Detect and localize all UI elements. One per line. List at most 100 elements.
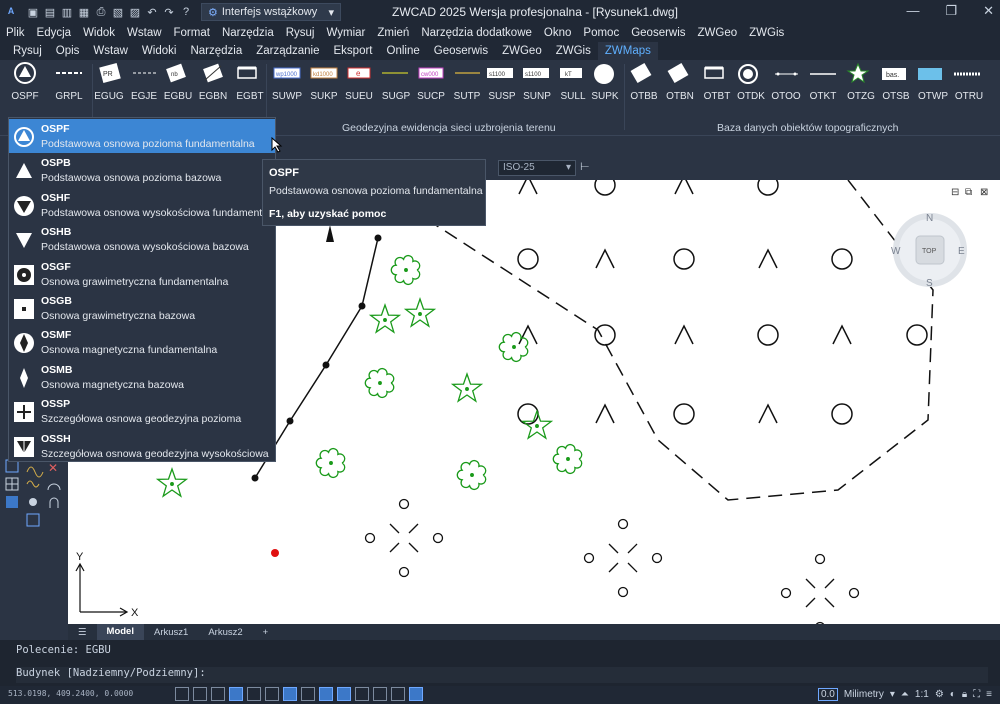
ribbon-button-egbu[interactable]: EGBU [158,62,198,110]
otrack-toggle-icon[interactable] [265,687,279,701]
ortho-toggle-icon[interactable] [211,687,225,701]
scale-select[interactable]: 1:1 [915,689,929,700]
ribbon-button-sucp[interactable]: SUCP [411,62,451,110]
dimstyle-manager-icon[interactable]: ⊢ [580,160,596,176]
dropdown-item-ospb[interactable]: OSPB Podstawowa osnowa pozioma bazowa [9,153,275,187]
ribbon-tab-widoki[interactable]: Widoki [135,42,184,60]
menu-item-0[interactable]: Plik [6,27,25,39]
arc-tool-icon[interactable] [47,483,61,491]
dropdown-item-ossp[interactable]: OSSP Szczegółowa osnowa geodezyjna poziom… [9,394,275,428]
ribbon-button-sunp[interactable]: SUNP [517,62,557,110]
units-select[interactable]: Milimetry [844,689,884,700]
dropdown-item-osmf[interactable]: OSMF Osnowa magnetyczna fundamentalna [9,325,275,359]
ribbon-button-otwp[interactable]: OTWP [913,62,953,110]
dyn-toggle-icon[interactable] [283,687,297,701]
ribbon-button-otru[interactable]: OTRU [949,62,989,110]
ribbon-button-otoo[interactable]: OTOO [766,62,806,110]
dropdown-item-osmb[interactable]: OSMB Osnowa magnetyczna bazowa [9,360,275,394]
menu-item-3[interactable]: Wstaw [127,27,162,39]
ribbon-tab-eksport[interactable]: Eksport [327,42,380,60]
close-icon[interactable]: ✕ [983,3,994,19]
annotation-scale-icon[interactable]: ⏶ [901,689,909,700]
add-layout-icon[interactable]: + [253,627,279,638]
menu-item-14[interactable]: ZWGis [749,27,784,39]
model-space-icon[interactable] [409,687,423,701]
ribbon-tab-geoserwis[interactable]: Geoserwis [427,42,495,60]
customize-icon[interactable]: ≡ [986,689,992,700]
ribbon-tab-zwmaps[interactable]: ZWMaps [597,42,658,60]
viewport-minimize-icon[interactable]: ⊟ [951,187,959,198]
ribbon-button-sueu[interactable]: SUEU [339,62,379,110]
ribbon-tab-opis[interactable]: Opis [49,42,87,60]
command-input[interactable]: Budynek [Nadziemny/Podziemny]: [16,667,988,683]
ribbon-button-sutp[interactable]: SUTP [447,62,487,110]
open-file-icon[interactable]: ▤ [43,5,57,19]
dropdown-item-osgb[interactable]: OSGB Osnowa grawimetryczna bazowa [9,291,275,325]
menu-item-9[interactable]: Narzędzia dodatkowe [421,27,532,39]
ribbon-button-sukp[interactable]: SUKP [304,62,344,110]
properties-toggle-icon[interactable] [355,687,369,701]
print-preview-icon[interactable]: ▧ [111,5,125,19]
wave-tool-icon[interactable] [26,480,40,488]
ribbon-button-suwp[interactable]: SUWP [267,62,307,110]
ribbon-button-grpl[interactable]: GRPL [49,62,89,110]
lock-icon[interactable]: 🔒︎ [962,689,967,700]
redo-icon[interactable]: ↷ [162,5,176,19]
restore-icon[interactable]: ❐ [945,3,957,19]
help-icon[interactable]: ? [179,5,193,19]
dimstyle-select[interactable]: ISO-25 ▾ [498,160,576,176]
layout-tab-arkusz2[interactable]: Arkusz2 [198,627,252,638]
lineweight-toggle-icon[interactable] [301,687,315,701]
ribbon-button-egbn[interactable]: EGBN [193,62,233,110]
ribbon-button-sugp[interactable]: SUGP [376,62,416,110]
menu-item-10[interactable]: Okno [544,27,572,39]
minimize-icon[interactable]: — [906,3,919,19]
ribbon-tab-zwgeo[interactable]: ZWGeo [495,42,549,60]
block-tool-icon[interactable] [26,513,40,527]
dropdown-item-oshb[interactable]: OSHB Podstawowa osnowa wysokościowa bazow… [9,222,275,256]
spline-tool-icon[interactable] [26,466,44,478]
ribbon-button-susp[interactable]: SUSP [482,62,522,110]
ribbon-button-egug[interactable]: EGUG [89,62,129,110]
ribbon-button-otbb[interactable]: OTBB [624,62,664,110]
menu-item-12[interactable]: Geoserwis [631,27,685,39]
menu-item-8[interactable]: Zmień [377,27,409,39]
dropdown-item-ossh[interactable]: OSSH Szczegółowa osnowa geodezyjna wysoko… [9,429,275,463]
ribbon-button-otzg[interactable]: OTZG [841,62,881,110]
menu-item-2[interactable]: Widok [83,27,115,39]
snap-toggle-icon[interactable] [193,687,207,701]
selection-cycle-icon[interactable] [337,687,351,701]
menu-item-1[interactable]: Edycja [37,27,72,39]
ribbon-tab-wstaw[interactable]: Wstaw [86,42,135,60]
menu-item-6[interactable]: Rysuj [286,27,315,39]
layout-tab-arkusz1[interactable]: Arkusz1 [144,627,198,638]
dropdown-item-osgf[interactable]: OSGF Osnowa grawimetryczna fundamentalna [9,257,275,291]
ribbon-button-ospf[interactable]: OSPF [5,62,45,110]
ribbon-tab-narzędzia[interactable]: Narzędzia [183,42,249,60]
polar-toggle-icon[interactable] [229,687,243,701]
viewport-close-icon[interactable]: ⊠ [980,187,988,198]
print-icon[interactable]: ⎙ [94,5,108,19]
point-tool-icon[interactable] [29,498,37,506]
menu-item-11[interactable]: Pomoc [583,27,619,39]
ribbon-tab-rysuj[interactable]: Rysuj [6,42,49,60]
grid-toggle-icon[interactable] [175,687,189,701]
app-logo-icon[interactable]: ᴬ [0,1,22,23]
ribbon-tab-online[interactable]: Online [380,42,427,60]
transparency-toggle-icon[interactable] [319,687,333,701]
new-file-icon[interactable]: ▣ [26,5,40,19]
ribbon-button-otbn[interactable]: OTBN [660,62,700,110]
annotation-toggle-icon[interactable] [373,687,387,701]
viewport-restore-icon[interactable]: ⧉ [965,187,972,198]
dropdown-item-ospf[interactable]: OSPF Podstawowa osnowa pozioma fundamenta… [9,119,275,153]
dropdown-item-oshf[interactable]: OSHF Podstawowa osnowa wysokościowa funda… [9,188,282,222]
ribbon-button-otsb[interactable]: OTSB [876,62,916,110]
units-badge[interactable]: 0.0 [817,688,838,701]
erase-tool-icon[interactable]: ✕ [48,461,58,475]
save-as-icon[interactable]: ▦ [77,5,91,19]
workspace-switch-icon[interactable]: ⚙ [935,689,944,700]
layout-menu-icon[interactable]: ☰ [68,627,97,638]
magnet-tool-icon[interactable] [49,497,59,508]
hatch-tool-icon[interactable] [6,496,18,508]
ribbon-tab-zwgis[interactable]: ZWGis [549,42,598,60]
